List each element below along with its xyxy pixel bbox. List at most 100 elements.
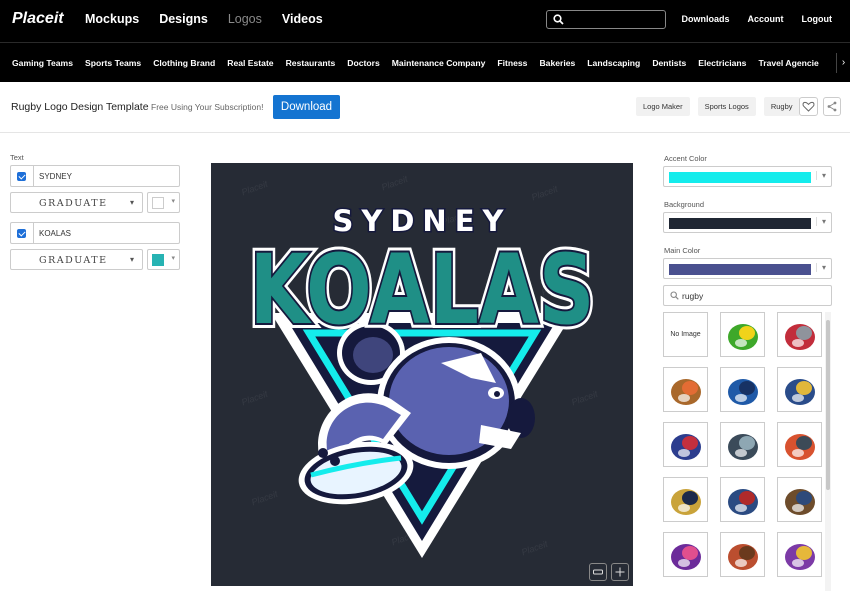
subscription-note: Free Using Your Subscription! [151, 102, 264, 112]
text-line-2-input[interactable]: KOALAS [10, 222, 180, 244]
accent-color-swatch [669, 172, 811, 183]
color-picker-1[interactable]: ▾ [147, 192, 180, 213]
font-select-1[interactable]: GRADUATE ▾ [10, 192, 143, 213]
font-select-2[interactable]: GRADUATE ▾ [10, 249, 143, 270]
graphic-thumbnail[interactable] [720, 367, 765, 412]
category-item[interactable]: Clothing Brand [153, 58, 215, 68]
template-header: Rugby Logo Design Template Free Using Yo… [0, 82, 850, 133]
tag-list: Logo Maker Sports Logos Rugby [636, 97, 800, 116]
graphic-thumbnail[interactable] [777, 312, 822, 357]
accent-color-select[interactable]: ▾ [663, 166, 832, 187]
minus-icon [593, 569, 603, 575]
category-item[interactable]: Restaurants [286, 58, 336, 68]
graphic-thumbnail[interactable] [720, 477, 765, 522]
search-icon [553, 14, 564, 25]
share-icon [827, 101, 837, 112]
graphic-thumbnail[interactable] [663, 422, 708, 467]
category-item[interactable]: Maintenance Company [392, 58, 486, 68]
color-picker-2[interactable]: ▾ [147, 249, 180, 270]
font-1-value: GRADUATE [39, 198, 108, 209]
graphic-thumbnail[interactable] [720, 312, 765, 357]
graphic-thumbnail[interactable] [777, 477, 822, 522]
line-1-text: SYDNEY [39, 172, 72, 181]
zoom-out-button[interactable] [589, 563, 607, 581]
font-2-value: GRADUATE [39, 255, 108, 266]
graphic-thumbnail[interactable] [663, 477, 708, 522]
category-item[interactable]: Bakeries [539, 58, 575, 68]
page-title: Rugby Logo Design Template [11, 101, 149, 113]
background-color-swatch [669, 218, 811, 229]
graphic-search-input[interactable]: rugby [663, 285, 832, 306]
favorite-button[interactable] [799, 97, 818, 116]
category-item[interactable]: Dentists [652, 58, 686, 68]
chevron-down-icon: ▾ [171, 255, 175, 262]
category-item[interactable]: Fitness [497, 58, 527, 68]
text-label: Text [10, 153, 24, 162]
graphic-thumbnail[interactable] [720, 532, 765, 577]
category-item[interactable]: Electricians [698, 58, 746, 68]
nav-logout[interactable]: Logout [802, 14, 833, 24]
graphic-thumbnail[interactable] [663, 367, 708, 412]
chevron-down-icon: ▾ [129, 255, 134, 264]
chevron-down-icon: ▾ [129, 198, 134, 207]
graphic-thumbnail[interactable] [663, 532, 708, 577]
nav-account[interactable]: Account [748, 14, 784, 24]
text-line-1-input[interactable]: SYDNEY [10, 165, 180, 187]
tag-sports-logos[interactable]: Sports Logos [697, 97, 756, 116]
nav-designs[interactable]: Designs [159, 12, 208, 26]
scroll-right-icon[interactable]: › [836, 53, 850, 73]
plus-icon [615, 567, 625, 577]
koala-logo-artwork: SYDNEY KOALAS KOALAS [245, 203, 600, 558]
tag-rugby[interactable]: Rugby [763, 97, 800, 116]
chevron-down-icon: ▾ [815, 217, 826, 226]
category-item[interactable]: Landscaping [587, 58, 640, 68]
logo-top-text: SYDNEY [332, 204, 511, 238]
scrollbar-thumb[interactable] [826, 320, 830, 490]
chevron-down-icon: ▾ [815, 263, 826, 272]
line-2-text: KOALAS [39, 229, 72, 238]
divider [33, 223, 34, 243]
zoom-in-button[interactable] [611, 563, 629, 581]
chevron-down-icon: ▾ [171, 198, 175, 205]
line-1-checkbox[interactable] [17, 172, 26, 181]
top-navbar: Placeit Mockups Designs Logos Videos Dow… [0, 0, 850, 42]
no-image-option[interactable]: No Image [663, 312, 708, 357]
graphic-thumbnail[interactable] [720, 422, 765, 467]
logo-main-text-shadow: KOALAS [250, 234, 595, 346]
account-nav: Downloads Account Logout [681, 14, 832, 24]
main-color-swatch [669, 264, 811, 275]
nav-videos[interactable]: Videos [282, 12, 323, 26]
search-input[interactable] [546, 10, 666, 29]
tag-logo-maker[interactable]: Logo Maker [636, 97, 690, 116]
nav-downloads[interactable]: Downloads [681, 14, 729, 24]
main-nav: Mockups Designs Logos Videos [85, 12, 323, 26]
accent-color-label: Accent Color [664, 154, 707, 163]
download-button[interactable]: Download [273, 95, 340, 119]
category-item[interactable]: Real Estate [227, 58, 273, 68]
divider [33, 166, 34, 186]
placeit-logo[interactable]: Placeit [12, 10, 64, 28]
search-value: rugby [682, 291, 704, 301]
background-label: Background [664, 200, 705, 209]
category-item[interactable]: Sports Teams [85, 58, 141, 68]
category-bar: Gaming Teams Sports Teams Clothing Brand Re… [0, 42, 850, 82]
color-swatch-1 [152, 197, 164, 209]
graphic-thumbnail[interactable] [777, 422, 822, 467]
logo-preview: Placeit Placeit Placeit Placeit Placeit Place… [211, 163, 633, 586]
graphic-thumbnail[interactable] [777, 532, 822, 577]
main-color-label: Main Color [664, 246, 701, 255]
graphic-thumbnail[interactable] [777, 367, 822, 412]
search-icon [670, 291, 679, 300]
category-item[interactable]: Gaming Teams [12, 58, 73, 68]
background-color-select[interactable]: ▾ [663, 212, 832, 233]
line-2-checkbox[interactable] [17, 229, 26, 238]
main-color-select[interactable]: ▾ [663, 258, 832, 279]
category-item[interactable]: Doctors [347, 58, 379, 68]
nav-logos[interactable]: Logos [228, 12, 262, 26]
chevron-down-icon: ▾ [815, 171, 826, 180]
nav-mockups[interactable]: Mockups [85, 12, 139, 26]
graphic-thumbnail-grid: No Image [663, 312, 823, 591]
category-item[interactable]: Travel Agencie [758, 58, 818, 68]
share-button[interactable] [823, 97, 841, 116]
color-swatch-2 [152, 254, 164, 266]
